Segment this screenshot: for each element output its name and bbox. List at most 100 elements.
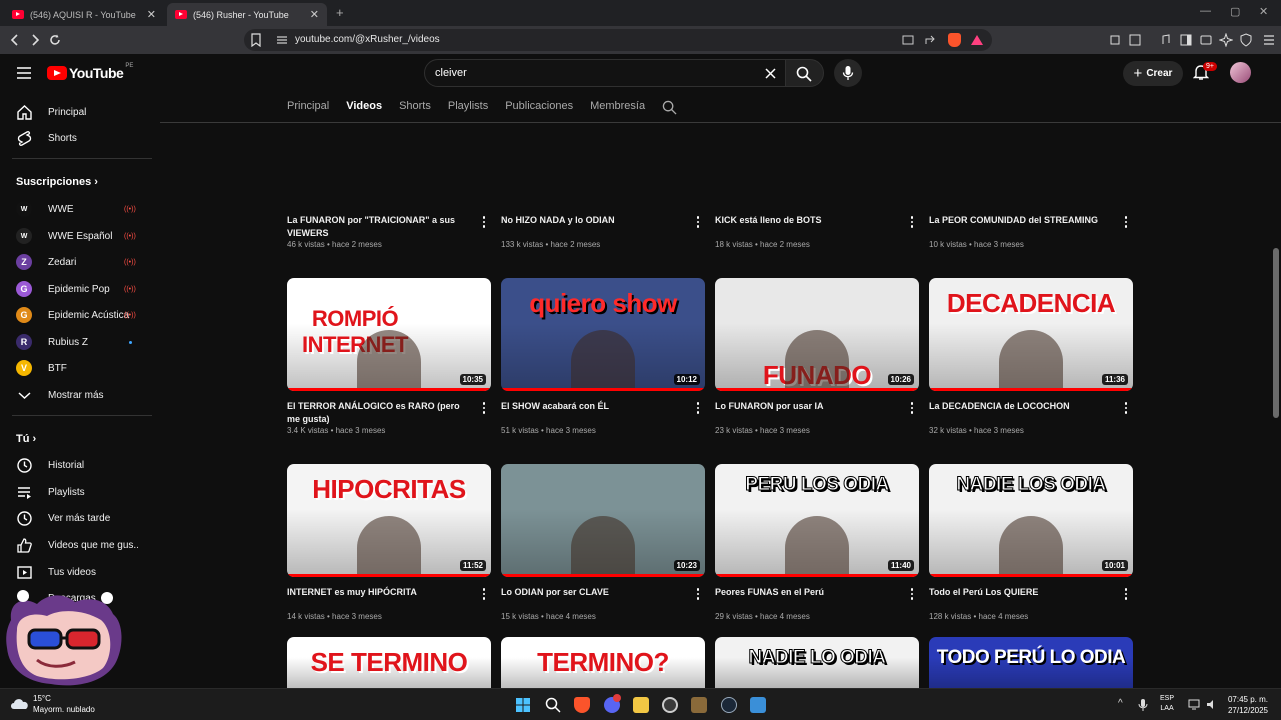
video-title[interactable]: La DECADENCIA de LOCOCHON <box>929 400 1109 426</box>
video-card[interactable]: 10:26 KICK está lleno de BOTS 18 k vistas … <box>715 206 919 249</box>
video-title[interactable]: Lo FUNARON por usar IA <box>715 400 895 426</box>
sidebar-sub-epidemic-acustica[interactable]: G Epidemic Acústica ((•)) <box>0 302 160 328</box>
video-title[interactable]: Peores FUNAS en el Perú <box>715 586 895 612</box>
video-title[interactable]: INTERNET es muy HIPÓCRITA <box>287 586 467 612</box>
leo-ai-icon[interactable] <box>1219 33 1233 47</box>
steam-icon[interactable] <box>721 697 737 713</box>
close-tab-icon[interactable]: ✕ <box>310 8 319 21</box>
video-card[interactable]: NO HIZO NADA11:57No HIZO NADA y lo ODIAN… <box>501 206 705 249</box>
bookmark-icon[interactable] <box>250 33 262 47</box>
sidebar-item-historial[interactable]: Historial <box>0 452 160 478</box>
create-button[interactable]: + Crear <box>1123 61 1183 86</box>
sidebar-item-shorts[interactable]: Shorts <box>0 125 160 151</box>
cast-icon[interactable] <box>902 34 914 46</box>
taskbar-search-icon[interactable] <box>545 697 561 713</box>
forward-icon[interactable] <box>28 33 42 47</box>
search-button[interactable] <box>785 59 824 87</box>
video-title[interactable]: No HIZO NADA y lo ODIAN <box>501 214 681 240</box>
video-title[interactable]: KICK está lleno de BOTS <box>715 214 895 240</box>
tab-publicaciones[interactable]: Publicaciones <box>505 92 573 122</box>
extensions-icon[interactable] <box>1108 33 1122 47</box>
video-thumbnail[interactable]: ROMPIÓ INTERNET 10:35 <box>287 278 491 391</box>
video-more-options-icon[interactable] <box>905 587 919 601</box>
tab-playlists[interactable]: Playlists <box>448 92 488 122</box>
video-more-options-icon[interactable] <box>691 401 705 415</box>
vpn-shield-icon[interactable] <box>1239 33 1253 47</box>
volume-icon[interactable] <box>1206 699 1218 710</box>
video-more-options-icon[interactable] <box>691 215 705 229</box>
hamburger-menu-icon[interactable] <box>16 66 32 80</box>
video-more-options-icon[interactable] <box>1119 215 1133 229</box>
weather-widget[interactable]: 15°C Mayorm. nublado <box>33 693 95 715</box>
tab-shorts[interactable]: Shorts <box>399 92 431 122</box>
subscriptions-header[interactable]: Suscripciones › <box>16 176 98 188</box>
you-header[interactable]: Tú › <box>16 433 36 445</box>
video-card[interactable]: ROMPIÓ INTERNET 10:35 El TERROR ANÁLOGICO … <box>287 278 491 435</box>
browser-tab-active[interactable]: (546) Rusher - YouTube ✕ <box>167 3 327 26</box>
video-thumbnail[interactable]: NADIE LO ODIA <box>715 637 919 688</box>
account-avatar[interactable] <box>1230 62 1251 83</box>
video-more-options-icon[interactable] <box>477 215 491 229</box>
video-card[interactable]: HIPOCRITAS 11:52 INTERNET es muy HIPÓCRITA… <box>287 464 491 621</box>
sidebar-sub-wwe-espanol[interactable]: W WWE Español ((•)) <box>0 223 160 249</box>
video-thumbnail[interactable]: NADIE LOS ODIA 10:01 <box>929 464 1133 577</box>
system-tray-chevron-icon[interactable]: ^ <box>1118 698 1123 709</box>
video-title[interactable]: La PEOR COMUNIDAD del STREAMING <box>929 214 1109 240</box>
voice-search-button[interactable] <box>834 59 862 87</box>
obs-icon[interactable] <box>662 697 678 713</box>
clock[interactable]: 07:45 p. m. 27/12/2025 <box>1222 694 1268 716</box>
site-info-icon[interactable] <box>276 35 288 45</box>
video-card[interactable]: SE TERMINO <box>287 637 491 688</box>
close-window-icon[interactable]: ✕ <box>1259 5 1268 18</box>
video-more-options-icon[interactable] <box>691 587 705 601</box>
video-card[interactable]: 10:08 La PEOR COMUNIDAD del STREAMING 10 k… <box>929 206 1133 249</box>
brave-rewards-icon[interactable] <box>971 35 983 45</box>
video-more-options-icon[interactable] <box>1119 587 1133 601</box>
show-more-button[interactable]: Mostrar más <box>0 382 160 408</box>
sidebar-sub-wwe[interactable]: W WWE ((•)) <box>0 196 160 222</box>
video-more-options-icon[interactable] <box>477 587 491 601</box>
minecraft-icon[interactable] <box>691 697 707 713</box>
microphone-tray-icon[interactable] <box>1138 698 1148 712</box>
share-icon[interactable] <box>924 34 936 46</box>
channel-search-icon[interactable] <box>662 100 677 115</box>
video-title[interactable]: Todo el Perú Los QUIERE <box>929 586 1109 612</box>
video-title[interactable]: El TERROR ANÁLOGICO es RARO (pero me gus… <box>287 400 467 426</box>
browser-tab[interactable]: (546) AQUISI R - YouTube ✕ <box>4 3 164 26</box>
video-thumbnail[interactable]: SE TERMINO <box>287 637 491 688</box>
video-thumbnail[interactable]: 10:23 <box>501 464 705 577</box>
clear-search-icon[interactable] <box>765 68 776 79</box>
video-card[interactable]: 10:23 Lo ODIAN por ser CLAVE 15 k vistas •… <box>501 464 705 621</box>
video-more-options-icon[interactable] <box>905 215 919 229</box>
sidebar-item-principal[interactable]: Principal <box>0 99 160 125</box>
tab-videos[interactable]: Videos <box>346 92 382 122</box>
brave-browser-icon[interactable] <box>574 697 590 713</box>
sidebar-sub-btf[interactable]: V BTF <box>0 355 160 381</box>
video-title[interactable]: Lo ODIAN por ser CLAVE <box>501 586 681 612</box>
video-card[interactable]: NADIE LOS ODIA 10:01 Todo el Perú Los QUIE… <box>929 464 1133 621</box>
music-icon[interactable] <box>1158 33 1172 47</box>
tab-membresia[interactable]: Membresía <box>590 92 645 122</box>
video-card[interactable]: ¿ES UNA HIPÓCRITA?12:50La FUNARON por "T… <box>287 206 491 249</box>
sidebar-icon[interactable] <box>1179 33 1193 47</box>
video-more-options-icon[interactable] <box>905 401 919 415</box>
video-card[interactable]: quiero show 10:12 El SHOW acabará con ÉL 51… <box>501 278 705 435</box>
video-thumbnail[interactable]: TODO PERÚ LO ODIA <box>929 637 1133 688</box>
reader-icon[interactable] <box>1128 33 1142 47</box>
video-thumbnail[interactable]: TERMINO? <box>501 637 705 688</box>
video-card[interactable]: DECADENCIA 11:36 La DECADENCIA de LOCOCHON… <box>929 278 1133 435</box>
windows-start-icon[interactable] <box>515 697 531 713</box>
video-title[interactable]: La FUNARON por "TRAICIONAR" a sus VIEWER… <box>287 214 467 240</box>
new-tab-icon[interactable]: + <box>336 5 344 20</box>
app-icon[interactable] <box>750 697 766 713</box>
sidebar-sub-epidemic-pop[interactable]: G Epidemic Pop ((•)) <box>0 276 160 302</box>
sidebar-item-tus-videos[interactable]: Tus videos <box>0 559 160 585</box>
maximize-icon[interactable]: ▢ <box>1230 5 1240 18</box>
menu-icon[interactable] <box>1262 33 1276 47</box>
minimize-icon[interactable]: — <box>1200 5 1211 17</box>
video-title[interactable]: El SHOW acabará con ÉL <box>501 400 681 426</box>
search-input[interactable]: cleiver <box>424 59 786 87</box>
sidebar-sub-zedari[interactable]: Z Zedari ((•)) <box>0 249 160 275</box>
video-thumbnail[interactable]: FUNADO10:26 <box>715 278 919 391</box>
address-bar[interactable]: youtube.com/@xRusher_/videos <box>244 29 992 51</box>
